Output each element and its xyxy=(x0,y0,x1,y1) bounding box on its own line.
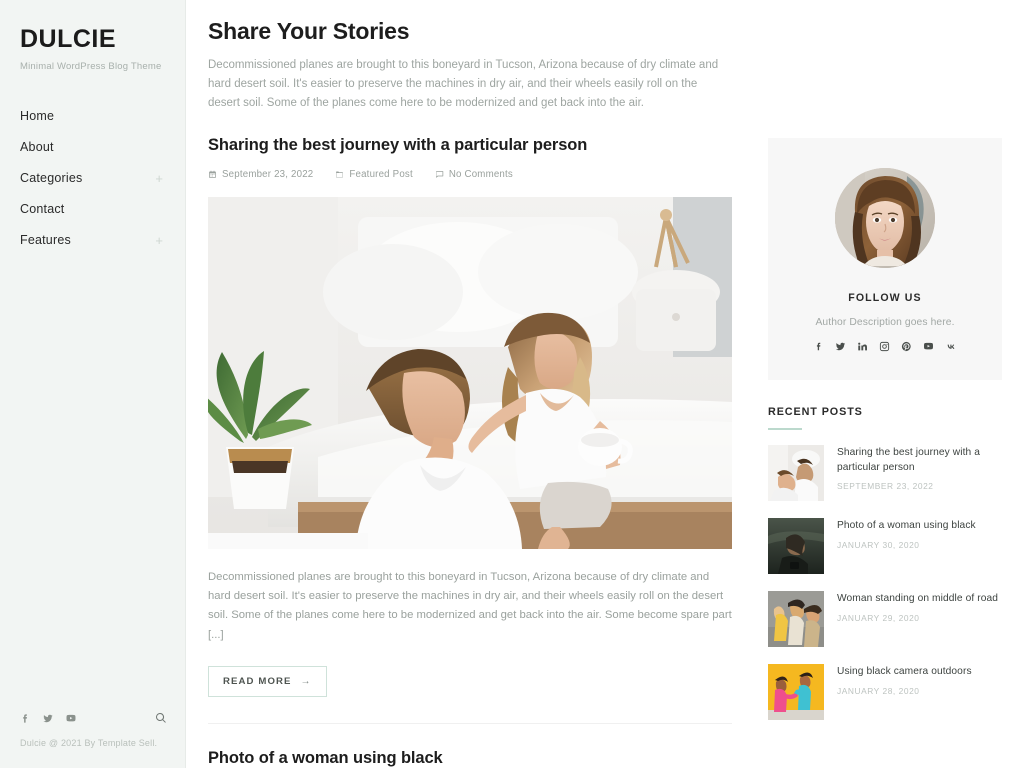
recent-post-thumbnail[interactable] xyxy=(768,590,824,647)
recent-post-date: SEPTEMBER 23, 2022 xyxy=(837,481,934,492)
sidebar-item-features[interactable]: Features + xyxy=(20,225,165,256)
posts-column: Sharing the best journey with a particul… xyxy=(208,135,732,768)
author-portrait-illustration xyxy=(835,167,935,268)
recent-post-body: Sharing the best journey with a particul… xyxy=(837,445,1002,501)
recent-post-thumbnail[interactable] xyxy=(768,444,824,501)
list-item[interactable]: Photo of a woman using black JANUARY 30,… xyxy=(768,517,1002,574)
youtube-icon[interactable] xyxy=(65,713,77,724)
sidebar: DULCIE Minimal WordPress Blog Theme Home… xyxy=(0,0,186,768)
pinterest-icon[interactable] xyxy=(901,341,912,352)
page-description: Decommissioned planes are brought to thi… xyxy=(208,59,719,109)
arrow-right-icon: → xyxy=(300,676,312,688)
site-tagline: Minimal WordPress Blog Theme xyxy=(20,60,162,72)
recent-post-title: Woman standing on middle of road xyxy=(837,592,999,604)
expand-plus-icon[interactable]: + xyxy=(155,172,165,185)
post-category[interactable]: Featured Post xyxy=(335,168,413,180)
sidebar-item-categories[interactable]: Categories + xyxy=(20,163,165,194)
youtube-icon[interactable] xyxy=(923,341,934,352)
main-content: Share Your Stories Decommissioned planes… xyxy=(186,0,1024,768)
twitter-icon[interactable] xyxy=(42,713,54,724)
post-comments[interactable]: No Comments xyxy=(435,169,513,180)
list-item[interactable]: Using black camera outdoors JANUARY 28, … xyxy=(768,663,1002,720)
recent-post-body: Photo of a woman using black JANUARY 30,… xyxy=(837,518,976,574)
list-item[interactable]: Sharing the best journey with a particul… xyxy=(768,444,1002,501)
author-widget: FOLLOW US Author Description goes here. xyxy=(768,137,1002,380)
post-category-text: Featured Post xyxy=(349,168,413,180)
sidebar-item-about[interactable]: About xyxy=(20,132,165,163)
facebook-icon[interactable] xyxy=(20,713,31,724)
post-article: Photo of a woman using black January 30,… xyxy=(208,748,732,768)
post-meta: September 23, 2022 Featured Post No Comm… xyxy=(208,169,732,180)
site-logo[interactable]: DULCIE xyxy=(20,25,165,54)
page-root: DULCIE Minimal WordPress Blog Theme Home… xyxy=(0,0,1024,768)
sidebar-item-home[interactable]: Home xyxy=(20,101,165,132)
post-article: Sharing the best journey with a particul… xyxy=(208,135,732,698)
main-navigation: Home About Categories + Contact Features… xyxy=(20,101,165,256)
calendar-icon xyxy=(208,170,217,179)
post-date[interactable]: September 23, 2022 xyxy=(208,169,313,180)
instagram-icon[interactable] xyxy=(879,341,890,352)
couple-bright-thumb xyxy=(768,444,824,501)
recent-post-date: JANUARY 29, 2020 xyxy=(837,612,920,623)
search-button[interactable] xyxy=(155,712,167,724)
read-more-button[interactable]: READ MORE → xyxy=(208,666,327,698)
comment-icon xyxy=(435,170,444,179)
author-description: Author Description goes here. xyxy=(815,316,955,328)
post-comments-text: No Comments xyxy=(448,168,513,180)
recent-posts-list: Sharing the best journey with a particul… xyxy=(768,444,1002,720)
recent-post-date: JANUARY 30, 2020 xyxy=(837,539,920,550)
post-title[interactable]: Photo of a woman using black xyxy=(208,748,732,768)
post-title[interactable]: Sharing the best journey with a particul… xyxy=(208,135,732,156)
recent-post-title: Using black camera outdoors xyxy=(837,665,972,677)
list-item[interactable]: Woman standing on middle of road JANUARY… xyxy=(768,590,1002,647)
street-women-thumb xyxy=(768,590,824,647)
vk-icon[interactable] xyxy=(945,341,957,352)
twitter-icon[interactable] xyxy=(835,341,846,352)
recent-post-title: Sharing the best journey with a particul… xyxy=(837,446,980,473)
yellow-wall-thumb xyxy=(768,663,824,720)
nav-label: Features xyxy=(20,233,71,247)
nav-label: Home xyxy=(20,109,55,123)
post-excerpt: Decommissioned planes are brought to thi… xyxy=(208,570,732,641)
recent-post-thumbnail[interactable] xyxy=(768,517,824,574)
follow-us-title: FOLLOW US xyxy=(848,291,922,304)
folder-icon xyxy=(335,170,344,179)
page-title: Share Your Stories xyxy=(208,18,410,44)
recent-post-body: Woman standing on middle of road JANUARY… xyxy=(837,591,998,647)
expand-plus-icon[interactable]: + xyxy=(155,234,165,247)
sidebar-social-links xyxy=(20,713,77,724)
widget-title: RECENT POSTS xyxy=(768,405,863,418)
sidebar-footer-row xyxy=(20,712,167,724)
recent-post-title: Photo of a woman using black xyxy=(837,519,976,531)
nav-label: Contact xyxy=(20,202,65,216)
sidebar-footer: Dulcie @ 2021 By Template Sell. xyxy=(20,712,167,748)
post-featured-image[interactable] xyxy=(208,196,732,549)
recent-post-thumbnail[interactable] xyxy=(768,663,824,720)
nav-label: Categories xyxy=(20,171,83,185)
recent-posts-widget: RECENT POSTS Sharing the best journey wi… xyxy=(768,406,1002,720)
post-divider xyxy=(208,723,732,725)
bedroom-couple-illustration xyxy=(208,196,732,549)
facebook-icon[interactable] xyxy=(814,341,824,352)
avatar xyxy=(835,167,935,268)
copyright-text: Dulcie @ 2021 By Template Sell. xyxy=(20,738,158,748)
post-date-text: September 23, 2022 xyxy=(222,168,314,180)
widget-column: FOLLOW US Author Description goes here. xyxy=(768,135,1002,768)
dark-moody-thumb xyxy=(768,517,824,574)
author-social-links xyxy=(790,341,980,352)
widget-underline xyxy=(768,427,802,430)
page-header: Share Your Stories Decommissioned planes… xyxy=(208,18,1000,113)
nav-label: About xyxy=(20,140,54,154)
read-more-label: READ MORE xyxy=(223,676,292,688)
recent-post-date: JANUARY 28, 2020 xyxy=(837,685,920,696)
sidebar-item-contact[interactable]: Contact xyxy=(20,194,165,225)
content-columns: Sharing the best journey with a particul… xyxy=(208,135,1002,768)
linkedin-icon[interactable] xyxy=(857,341,868,352)
recent-post-body: Using black camera outdoors JANUARY 28, … xyxy=(837,664,972,720)
